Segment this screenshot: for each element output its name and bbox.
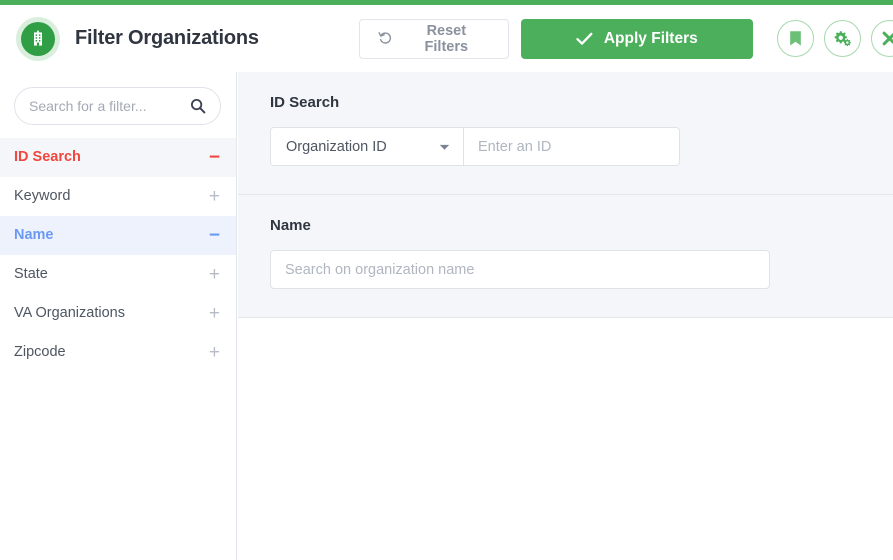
minus-icon[interactable]: − <box>209 148 220 167</box>
sidebar-item-label: Zipcode <box>14 344 66 361</box>
body: ID Search − Keyword + Name − State + VA … <box>0 72 893 560</box>
id-search-combo: Organization ID <box>270 127 680 166</box>
id-type-select-value: Organization ID <box>286 138 387 155</box>
reset-filters-label: Reset Filters <box>424 22 469 55</box>
filter-list: ID Search − Keyword + Name − State + VA … <box>0 138 236 372</box>
filter-content: ID Search Organization ID Name <box>238 72 893 560</box>
sidebar-item-label: ID Search <box>14 149 81 166</box>
settings-button[interactable] <box>823 20 861 57</box>
close-icon <box>882 31 893 46</box>
chevron-down-icon[interactable] <box>439 139 450 155</box>
sidebar-item-state[interactable]: State + <box>0 255 236 294</box>
apply-filters-button[interactable]: Apply Filters <box>520 18 753 59</box>
section-id-search: ID Search Organization ID <box>238 72 893 195</box>
sidebar-search-wrap <box>0 72 236 138</box>
header-actions: Reset Filters Apply Filters <box>358 18 893 59</box>
sidebar-item-label: Keyword <box>14 188 71 205</box>
check-icon <box>576 32 593 46</box>
id-value-input[interactable] <box>464 128 679 165</box>
id-type-select[interactable]: Organization ID <box>271 128 464 165</box>
reset-filters-button[interactable]: Reset Filters <box>358 18 509 59</box>
search-icon[interactable] <box>190 98 206 114</box>
sidebar-item-label: VA Organizations <box>14 305 125 322</box>
bookmark-button[interactable] <box>776 20 814 57</box>
sidebar-item-id-search[interactable]: ID Search − <box>0 138 236 177</box>
header-icon-buttons <box>776 20 893 57</box>
plus-icon[interactable]: + <box>209 304 220 323</box>
filter-organizations-window: Filter Organizations Reset Filters Apply… <box>0 0 893 560</box>
gears-icon <box>833 30 852 48</box>
apply-filters-label: Apply Filters <box>603 29 698 47</box>
sidebar-item-label: State <box>14 266 48 283</box>
brand: Filter Organizations <box>16 16 259 61</box>
sidebar-item-name[interactable]: Name − <box>0 216 236 255</box>
undo-arrow-icon <box>378 31 393 46</box>
section-name: Name <box>238 195 893 318</box>
search-input[interactable] <box>29 98 186 114</box>
sidebar-item-label: Name <box>14 227 54 244</box>
plus-icon[interactable]: + <box>209 343 220 362</box>
minus-icon[interactable]: − <box>209 226 220 245</box>
plus-icon[interactable]: + <box>209 187 220 206</box>
close-button[interactable] <box>870 20 893 57</box>
sidebar-item-zipcode[interactable]: Zipcode + <box>0 333 236 372</box>
plus-icon[interactable]: + <box>209 265 220 284</box>
sidebar-item-keyword[interactable]: Keyword + <box>0 177 236 216</box>
sidebar-item-va-organizations[interactable]: VA Organizations + <box>0 294 236 333</box>
page-title: Filter Organizations <box>75 27 259 49</box>
app-header: Filter Organizations Reset Filters Apply… <box>0 5 893 72</box>
filter-sidebar: ID Search − Keyword + Name − State + VA … <box>0 72 237 560</box>
organization-building-icon <box>16 16 60 61</box>
section-title: Name <box>270 217 311 234</box>
logo-inner-circle <box>21 21 55 56</box>
bookmark-icon <box>788 30 803 47</box>
filter-search-box[interactable] <box>14 87 221 125</box>
organization-name-input[interactable] <box>270 250 770 289</box>
section-title: ID Search <box>270 94 340 111</box>
